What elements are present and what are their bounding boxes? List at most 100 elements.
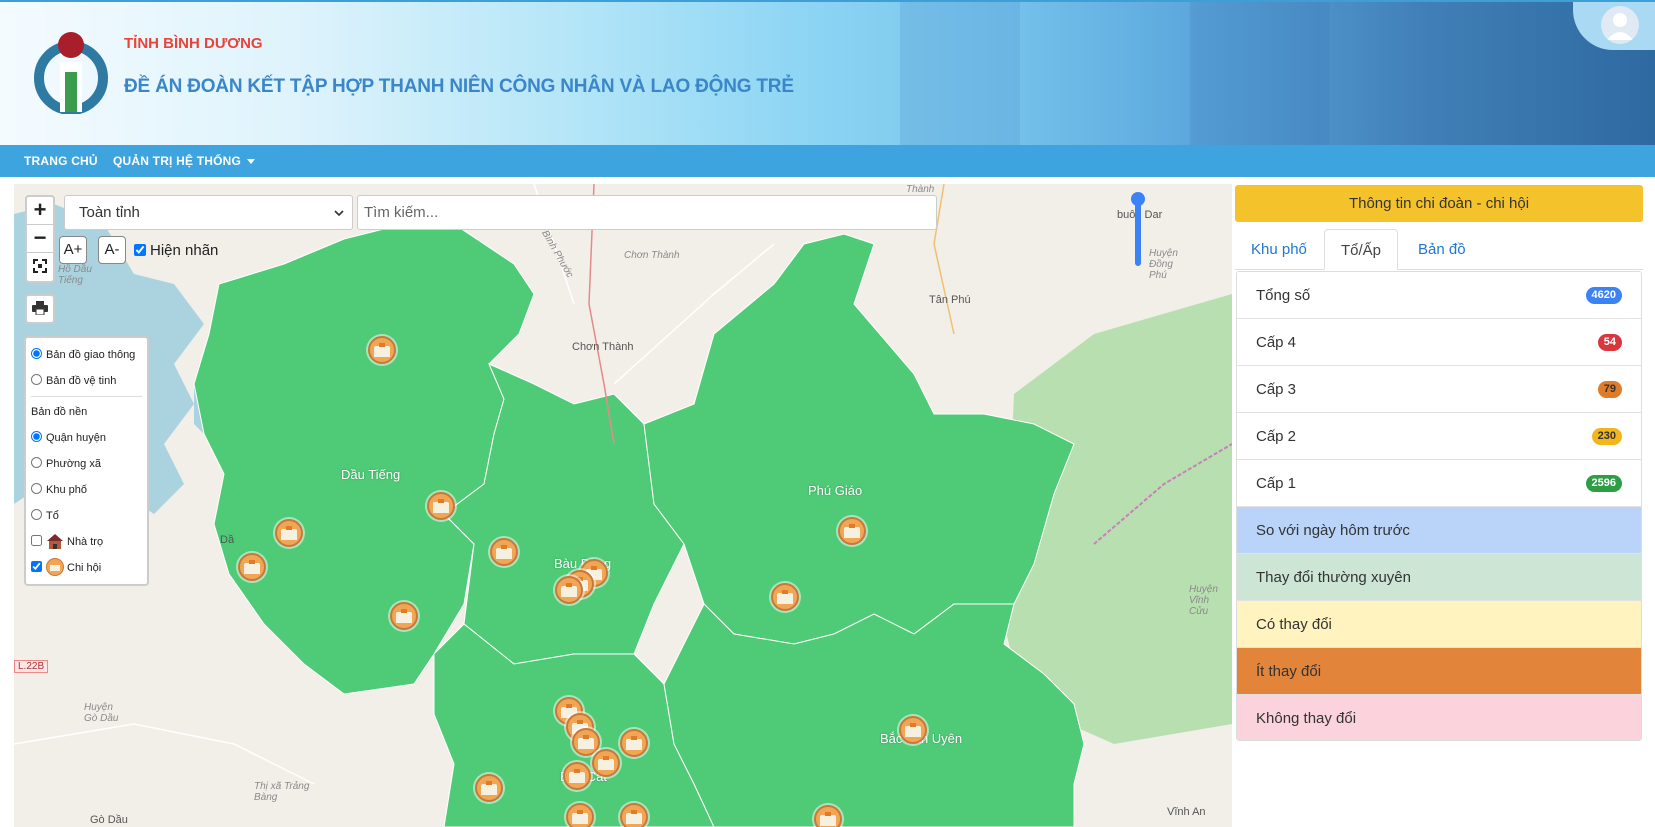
branch-checkbox[interactable] bbox=[31, 561, 42, 572]
layer-label: Khu phố bbox=[46, 484, 87, 496]
legend-compare-yesterday[interactable]: So với ngày hôm trước bbox=[1237, 507, 1641, 554]
layer-option-quarter[interactable]: Khu phố bbox=[31, 477, 142, 503]
layer-label: Bản đồ giao thông bbox=[46, 349, 136, 361]
stat-row-total[interactable]: Tổng số 4620 bbox=[1237, 272, 1641, 319]
stat-row-level-2[interactable]: Cấp 2 230 bbox=[1237, 413, 1641, 460]
branch-marker[interactable] bbox=[563, 762, 591, 790]
branch-marker[interactable] bbox=[490, 538, 518, 566]
stat-row-level-1[interactable]: Cấp 1 2596 bbox=[1237, 460, 1641, 507]
stat-row-level-4[interactable]: Cấp 4 54 bbox=[1237, 319, 1641, 366]
branch-marker[interactable] bbox=[592, 749, 620, 777]
region-select[interactable]: Toàn tỉnh bbox=[64, 195, 353, 230]
layer-option-ward[interactable]: Phường xã bbox=[31, 451, 142, 477]
boarding-checkbox[interactable] bbox=[31, 535, 42, 546]
branch-marker[interactable] bbox=[566, 803, 594, 827]
satellite-radio[interactable] bbox=[31, 374, 42, 385]
stat-badge: 230 bbox=[1591, 428, 1622, 445]
legend-changed[interactable]: Có thay đổi bbox=[1237, 601, 1641, 648]
stat-label: Cấp 3 bbox=[1256, 381, 1297, 398]
layer-option-traffic[interactable]: Bản đồ giao thông bbox=[31, 342, 142, 368]
branch-marker[interactable] bbox=[620, 729, 648, 757]
place-label: Dầ bbox=[220, 534, 235, 546]
font-increase-button[interactable]: A+ bbox=[59, 236, 87, 264]
fullscreen-button[interactable] bbox=[27, 253, 53, 281]
layer-option-satellite[interactable]: Bản đồ vệ tinh bbox=[31, 368, 142, 394]
branch-marker[interactable] bbox=[620, 803, 648, 827]
main-navbar: TRANG CHỦ QUẢN TRỊ HỆ THỐNG bbox=[0, 145, 1655, 177]
search-input[interactable] bbox=[357, 195, 937, 230]
layer-option-district[interactable]: Quận huyện bbox=[31, 425, 142, 451]
caret-down-icon bbox=[247, 159, 256, 165]
tab-quarter[interactable]: Khu phố bbox=[1235, 229, 1323, 270]
slider-handle[interactable] bbox=[1131, 192, 1145, 206]
show-labels-checkbox[interactable] bbox=[134, 244, 146, 256]
place-label: Gò Dầu bbox=[90, 814, 128, 826]
branch-marker[interactable] bbox=[475, 774, 503, 802]
group-radio[interactable] bbox=[31, 509, 42, 520]
user-menu[interactable] bbox=[1573, 2, 1655, 50]
road-badge: L.22B bbox=[14, 660, 49, 673]
print-button[interactable] bbox=[25, 294, 55, 324]
stat-badge: 79 bbox=[1597, 381, 1622, 398]
quarter-radio[interactable] bbox=[31, 483, 42, 494]
branch-marker[interactable] bbox=[275, 519, 303, 547]
nav-home[interactable]: TRANG CHỦ bbox=[24, 154, 98, 168]
legend-little-change[interactable]: Ít thay đổi bbox=[1237, 648, 1641, 695]
layer-heading: Bản đồ nền bbox=[31, 406, 88, 418]
traffic-radio[interactable] bbox=[31, 348, 42, 359]
branch-marker[interactable] bbox=[427, 492, 455, 520]
branch-marker[interactable] bbox=[814, 805, 842, 827]
stat-row-level-3[interactable]: Cấp 3 79 bbox=[1237, 366, 1641, 413]
region-select-value: Toàn tỉnh bbox=[79, 204, 140, 221]
ward-radio[interactable] bbox=[31, 457, 42, 468]
layer-control: Bản đồ giao thông Bản đồ vệ tinh Bản đồ … bbox=[24, 336, 149, 586]
tab-group[interactable]: Tổ/Ấp bbox=[1324, 229, 1399, 270]
branch-marker[interactable] bbox=[238, 553, 266, 581]
app-header: TỈNH BÌNH DƯƠNG ĐỀ ÁN ĐOÀN KẾT TẬP HỢP T… bbox=[0, 0, 1655, 145]
layer-label: Tổ bbox=[46, 510, 59, 522]
layer-option-group[interactable]: Tổ bbox=[31, 503, 142, 529]
place-label: Vĩnh An bbox=[1167, 806, 1206, 818]
stat-label: Tổng số bbox=[1256, 287, 1311, 304]
layer-option-boarding[interactable]: Nhà trọ bbox=[31, 529, 142, 555]
nav-admin-label: QUẢN TRỊ HỆ THỐNG bbox=[113, 154, 242, 168]
project-title: ĐỀ ÁN ĐOÀN KẾT TẬP HỢP THANH NIÊN CÔNG N… bbox=[124, 76, 794, 97]
stat-badge: 2596 bbox=[1585, 475, 1622, 492]
place-label: Huyện Gò Dầu bbox=[84, 702, 119, 724]
layer-option-branch[interactable]: Chi hội bbox=[31, 555, 142, 581]
map-canvas[interactable] bbox=[14, 184, 1232, 827]
branch-icon bbox=[46, 558, 64, 576]
branch-marker[interactable] bbox=[555, 576, 583, 604]
branch-marker[interactable] bbox=[368, 336, 396, 364]
branch-marker[interactable] bbox=[838, 517, 866, 545]
place-label: Chơn Thành bbox=[624, 250, 680, 261]
font-decrease-button[interactable]: A- bbox=[98, 236, 126, 264]
stat-label: Cấp 4 bbox=[1256, 334, 1297, 351]
district-radio[interactable] bbox=[31, 431, 42, 442]
layer-label: Phường xã bbox=[46, 458, 101, 470]
stat-badge: 4620 bbox=[1585, 287, 1622, 304]
branch-marker[interactable] bbox=[771, 583, 799, 611]
opacity-slider[interactable] bbox=[1131, 192, 1145, 266]
place-label: Huyện Đồng Phú bbox=[1149, 248, 1178, 281]
show-labels-toggle[interactable]: Hiện nhãn bbox=[134, 242, 218, 259]
chevron-down-icon bbox=[334, 210, 344, 217]
nav-admin-menu[interactable]: QUẢN TRỊ HỆ THỐNG bbox=[113, 154, 256, 168]
legend-frequent-change[interactable]: Thay đổi thường xuyên bbox=[1237, 554, 1641, 601]
branch-marker[interactable] bbox=[390, 602, 418, 630]
header-decoration bbox=[900, 2, 1020, 145]
zoom-in-button[interactable]: + bbox=[27, 197, 53, 225]
wikimedia-style-logo-icon bbox=[34, 32, 108, 114]
place-label: Chơn Thành bbox=[572, 341, 634, 353]
stats-list: Tổng số 4620 Cấp 4 54 Cấp 3 79 Cấp 2 230 Cấp… bbox=[1236, 271, 1642, 741]
branch-marker[interactable] bbox=[899, 716, 927, 744]
zoom-control: + − bbox=[25, 195, 55, 283]
zoom-out-button[interactable]: − bbox=[27, 225, 53, 253]
map-view[interactable]: Dầu Tiếng Bàu Bàng Phú Giáo Bến Cát Bắc … bbox=[14, 184, 1232, 827]
province-name: TỈNH BÌNH DƯƠNG bbox=[124, 35, 263, 52]
legend-no-change[interactable]: Không thay đổi bbox=[1237, 695, 1641, 740]
tab-map[interactable]: Bản đồ bbox=[1402, 229, 1482, 270]
user-avatar-icon[interactable] bbox=[1601, 6, 1639, 44]
layer-label: Quận huyện bbox=[46, 432, 106, 444]
place-label: Hồ Dầu Tiếng bbox=[58, 264, 92, 286]
